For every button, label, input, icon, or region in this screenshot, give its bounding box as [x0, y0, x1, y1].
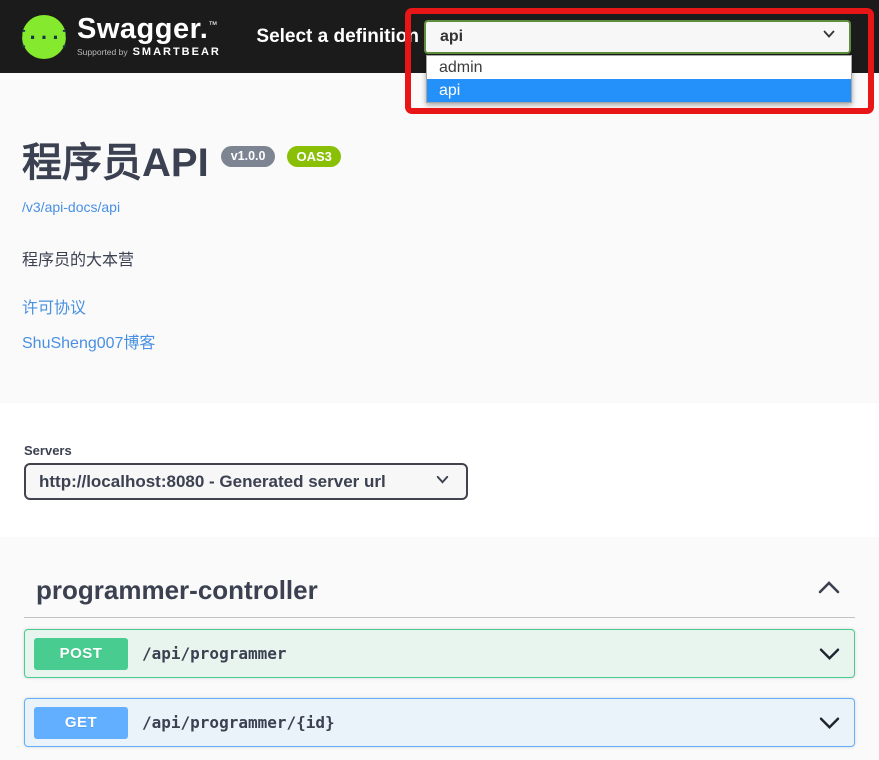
tag-title: programmer-controller — [36, 575, 318, 605]
definition-select-wrap: api admin api — [424, 19, 852, 103]
chevron-down-icon[interactable] — [818, 714, 841, 731]
operation-path: /api/programmer/{id} — [142, 713, 335, 733]
server-select[interactable]: http://localhost:8080 - Generated server… — [24, 463, 468, 500]
method-badge-post: POST — [34, 637, 128, 670]
swagger-logo-text: Swagger.™ Supported by SMARTBEAR — [77, 15, 221, 58]
scheme-container: Servers http://localhost:8080 - Generate… — [0, 403, 879, 537]
brand-name: Swagger. — [77, 13, 209, 45]
contact-blog-link[interactable]: ShuSheng007博客 — [22, 329, 155, 353]
chevron-down-icon — [434, 471, 451, 493]
api-description: 程序员的大本营 — [22, 252, 135, 269]
topbar: {···} Swagger.™ Supported by SMARTBEAR S… — [0, 0, 879, 103]
definition-select-area: Select a definition api admin api — [256, 19, 852, 103]
tag-divider — [24, 617, 855, 619]
chevron-up-icon[interactable] — [817, 579, 841, 602]
servers-label: Servers — [24, 443, 72, 458]
server-select-value: http://localhost:8080 - Generated server… — [39, 471, 386, 491]
oas3-badge: OAS3 — [287, 146, 341, 167]
swagger-logo-link[interactable]: {···} Swagger.™ Supported by SMARTBEAR — [22, 14, 221, 59]
operation-path: /api/programmer — [142, 644, 287, 664]
api-title: 程序员API — [22, 141, 209, 185]
chevron-down-icon[interactable] — [818, 645, 841, 662]
supported-by-label: Supported by — [77, 47, 128, 57]
definition-option-api[interactable]: api — [427, 78, 851, 102]
definition-select-label: Select a definition — [256, 25, 419, 47]
definition-option-admin[interactable]: admin — [427, 56, 851, 79]
license-link[interactable]: 许可协议 — [22, 294, 86, 318]
definition-dropdown: admin api — [426, 54, 852, 103]
spec-url-link[interactable]: /v3/api-docs/api — [22, 199, 120, 215]
api-info-section: 程序员API v1.0.0 OAS3 /v3/api-docs/api 程序员的… — [0, 73, 879, 403]
method-badge-get: GET — [34, 706, 128, 739]
chevron-down-icon — [821, 26, 837, 47]
brand-trademark: ™ — [208, 19, 218, 30]
api-title-row: 程序员API v1.0.0 OAS3 — [22, 139, 857, 187]
version-badge: v1.0.0 — [220, 146, 276, 167]
swagger-logo-icon: {···} — [22, 14, 66, 59]
definition-select[interactable]: api — [424, 19, 851, 54]
svg-text:{···}: {···} — [22, 27, 66, 49]
operation-row-post-programmer[interactable]: POST /api/programmer — [24, 629, 855, 679]
operations-section: programmer-controller POST /api/programm… — [0, 537, 879, 748]
operation-row-get-programmer-id[interactable]: GET /api/programmer/{id} — [24, 698, 855, 748]
definition-select-value: api — [440, 27, 464, 45]
smartbear-label: SMARTBEAR — [132, 46, 221, 58]
tag-header-programmer-controller[interactable]: programmer-controller — [24, 575, 855, 606]
